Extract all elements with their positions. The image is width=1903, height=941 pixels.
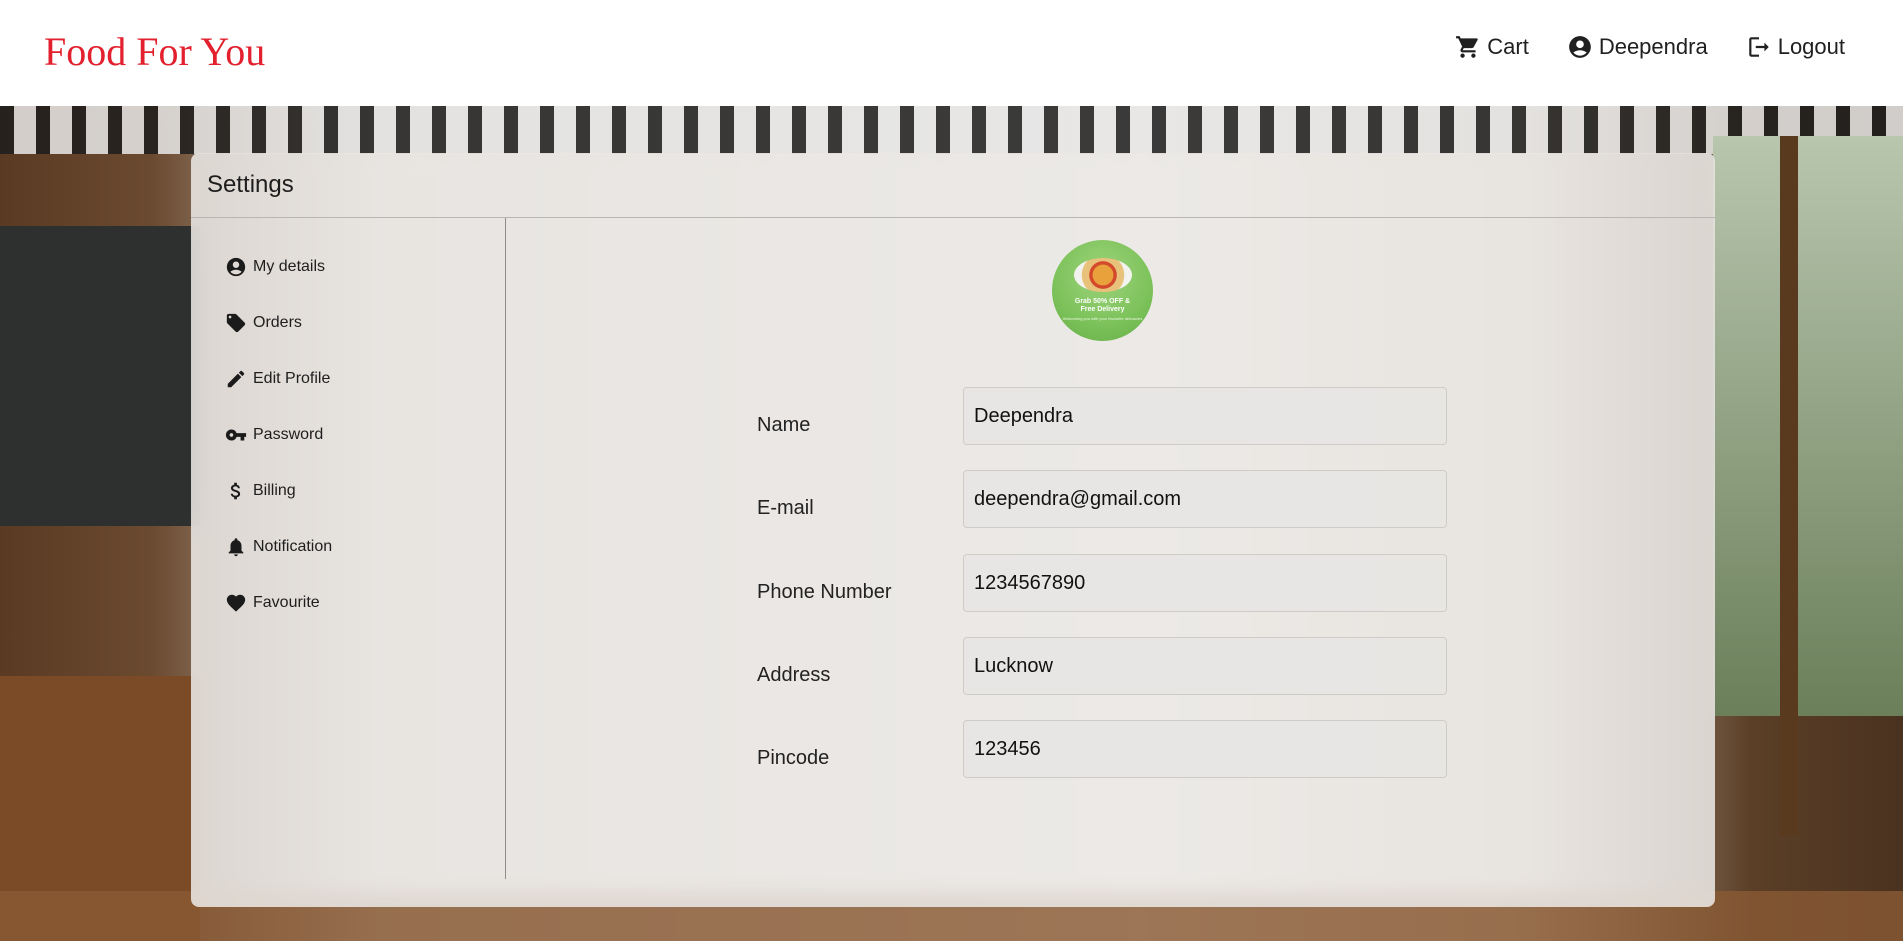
- logout-label: Logout: [1777, 34, 1845, 59]
- form-row-name: Name: [757, 387, 1457, 445]
- account-circle-icon: [226, 257, 246, 277]
- address-label: Address: [757, 664, 831, 686]
- sidebar-item-edit-profile[interactable]: Edit Profile: [225, 351, 332, 407]
- avatar-promo-subtext: Welcoming you with your favourite delica…: [1062, 316, 1143, 321]
- form-row-phone: Phone Number: [757, 554, 1457, 612]
- sidebar-item-my-details[interactable]: My details: [225, 239, 332, 295]
- sidebar-item-orders[interactable]: Orders: [225, 295, 332, 351]
- sidebar-item-label: Edit Profile: [253, 370, 331, 387]
- sidebar-item-password[interactable]: Password: [225, 407, 332, 463]
- pincode-input[interactable]: [963, 720, 1447, 778]
- settings-title: Settings: [207, 171, 294, 198]
- top-nav: Cart Deependra Logout: [1455, 34, 1845, 60]
- bell-icon: [228, 538, 244, 557]
- sidebar-item-label: My details: [253, 258, 326, 275]
- form-row-pincode: Pincode: [757, 720, 1457, 778]
- sidebar-item-label: Favourite: [253, 594, 320, 611]
- cart-label: Cart: [1487, 34, 1529, 59]
- name-label: Name: [757, 414, 811, 436]
- cart-icon: [1456, 36, 1479, 58]
- window-frame: [1780, 136, 1798, 836]
- address-input[interactable]: [963, 637, 1447, 695]
- email-input[interactable]: [963, 470, 1447, 528]
- sidebar-item-notification[interactable]: Notification: [225, 519, 332, 575]
- email-label: E-mail: [757, 497, 814, 519]
- tag-icon: [226, 313, 246, 333]
- pincode-label: Pincode: [757, 747, 830, 769]
- settings-sidebar: My details Orders Edit Profile Password …: [225, 239, 332, 631]
- heart-icon: [226, 594, 246, 612]
- logout-icon: [1748, 37, 1769, 57]
- avatar-promo-text: Grab 50% OFF & Free Delivery: [1074, 298, 1131, 313]
- phone-input[interactable]: [963, 554, 1447, 612]
- name-input[interactable]: [963, 387, 1447, 445]
- brand-logo[interactable]: Food For You: [44, 28, 265, 76]
- user-profile-link[interactable]: Deependra: [1567, 34, 1708, 60]
- user-name-label: Deependra: [1598, 34, 1708, 59]
- sidebar-item-label: Orders: [253, 314, 302, 331]
- settings-panel: Settings My details Orders Edit Profile …: [191, 153, 1715, 907]
- chalkboard-menu: [0, 226, 200, 526]
- pencil-icon: [227, 370, 245, 388]
- sidebar-item-label: Notification: [253, 538, 333, 555]
- key-icon: [225, 429, 247, 441]
- account-circle-icon: [1568, 36, 1591, 58]
- logout-link[interactable]: Logout: [1746, 34, 1845, 60]
- sidebar-divider: [505, 218, 506, 879]
- form-row-address: Address: [757, 637, 1457, 695]
- cart-link[interactable]: Cart: [1455, 34, 1529, 60]
- sidebar-item-favourite[interactable]: Favourite: [225, 575, 332, 631]
- profile-avatar[interactable]: Grab 50% OFF & Free Delivery Welcoming y…: [1052, 240, 1153, 341]
- cafe-window: [1713, 136, 1903, 716]
- ceiling-decoration: [0, 106, 1903, 154]
- phone-label: Phone Number: [757, 581, 892, 603]
- sidebar-item-billing[interactable]: Billing: [225, 463, 332, 519]
- sidebar-item-label: Password: [253, 426, 324, 443]
- top-header: Food For You Cart Deependra Logout: [0, 0, 1903, 106]
- pizza-image: [1073, 258, 1132, 292]
- sidebar-item-label: Billing: [253, 482, 296, 499]
- dollar-icon: [230, 482, 241, 500]
- title-divider: [191, 217, 1715, 218]
- form-row-email: E-mail: [757, 470, 1457, 528]
